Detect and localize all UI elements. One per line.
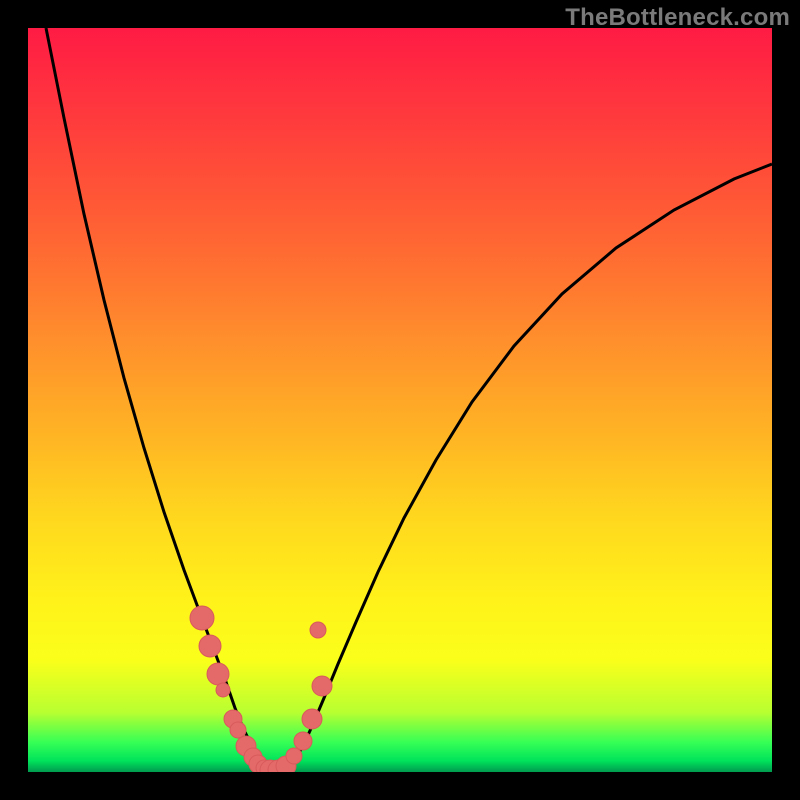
data-marker: [199, 635, 221, 657]
watermark-text: TheBottleneck.com: [565, 4, 790, 32]
chart-svg: [28, 28, 772, 772]
markers-group: [190, 606, 332, 772]
data-marker: [294, 732, 312, 750]
data-marker: [230, 722, 246, 738]
data-marker: [312, 676, 332, 696]
bottleneck-curve: [46, 28, 772, 771]
data-marker: [302, 709, 322, 729]
data-marker: [286, 748, 302, 764]
chart-frame: TheBottleneck.com: [0, 0, 800, 800]
data-marker: [190, 606, 214, 630]
curve-group: [46, 28, 772, 771]
data-marker: [216, 683, 230, 697]
data-marker: [310, 622, 326, 638]
data-marker: [207, 663, 229, 685]
plot-area: [28, 28, 772, 772]
